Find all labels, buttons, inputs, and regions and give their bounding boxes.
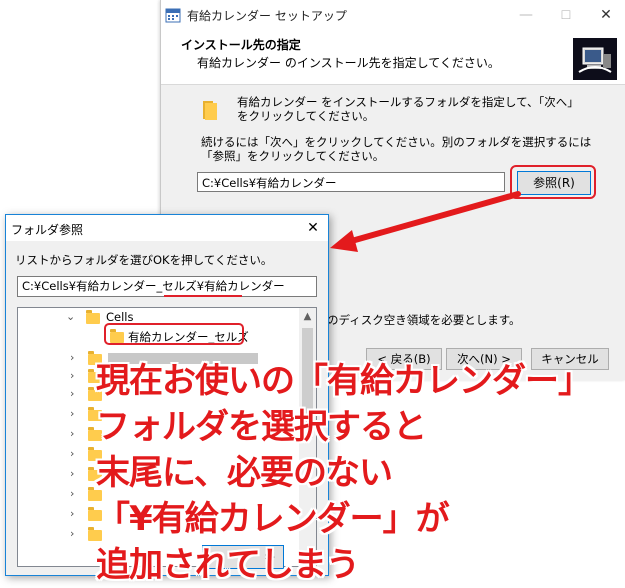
annotation-line: 末尾に、必要のない <box>96 453 393 493</box>
annotation-line: 「¥有給カレンダー」が <box>96 499 450 539</box>
annotation-text: 現在お使いの「有給カレンダー」 フォルダを選択すると 末尾に、必要のない 「¥有… <box>96 358 621 588</box>
annotation-line: 現在お使いの「有給カレンダー」 <box>96 361 592 401</box>
annotation-line: 追加されてしまう <box>96 545 360 585</box>
annotation-line: フォルダを選択すると <box>96 407 427 447</box>
